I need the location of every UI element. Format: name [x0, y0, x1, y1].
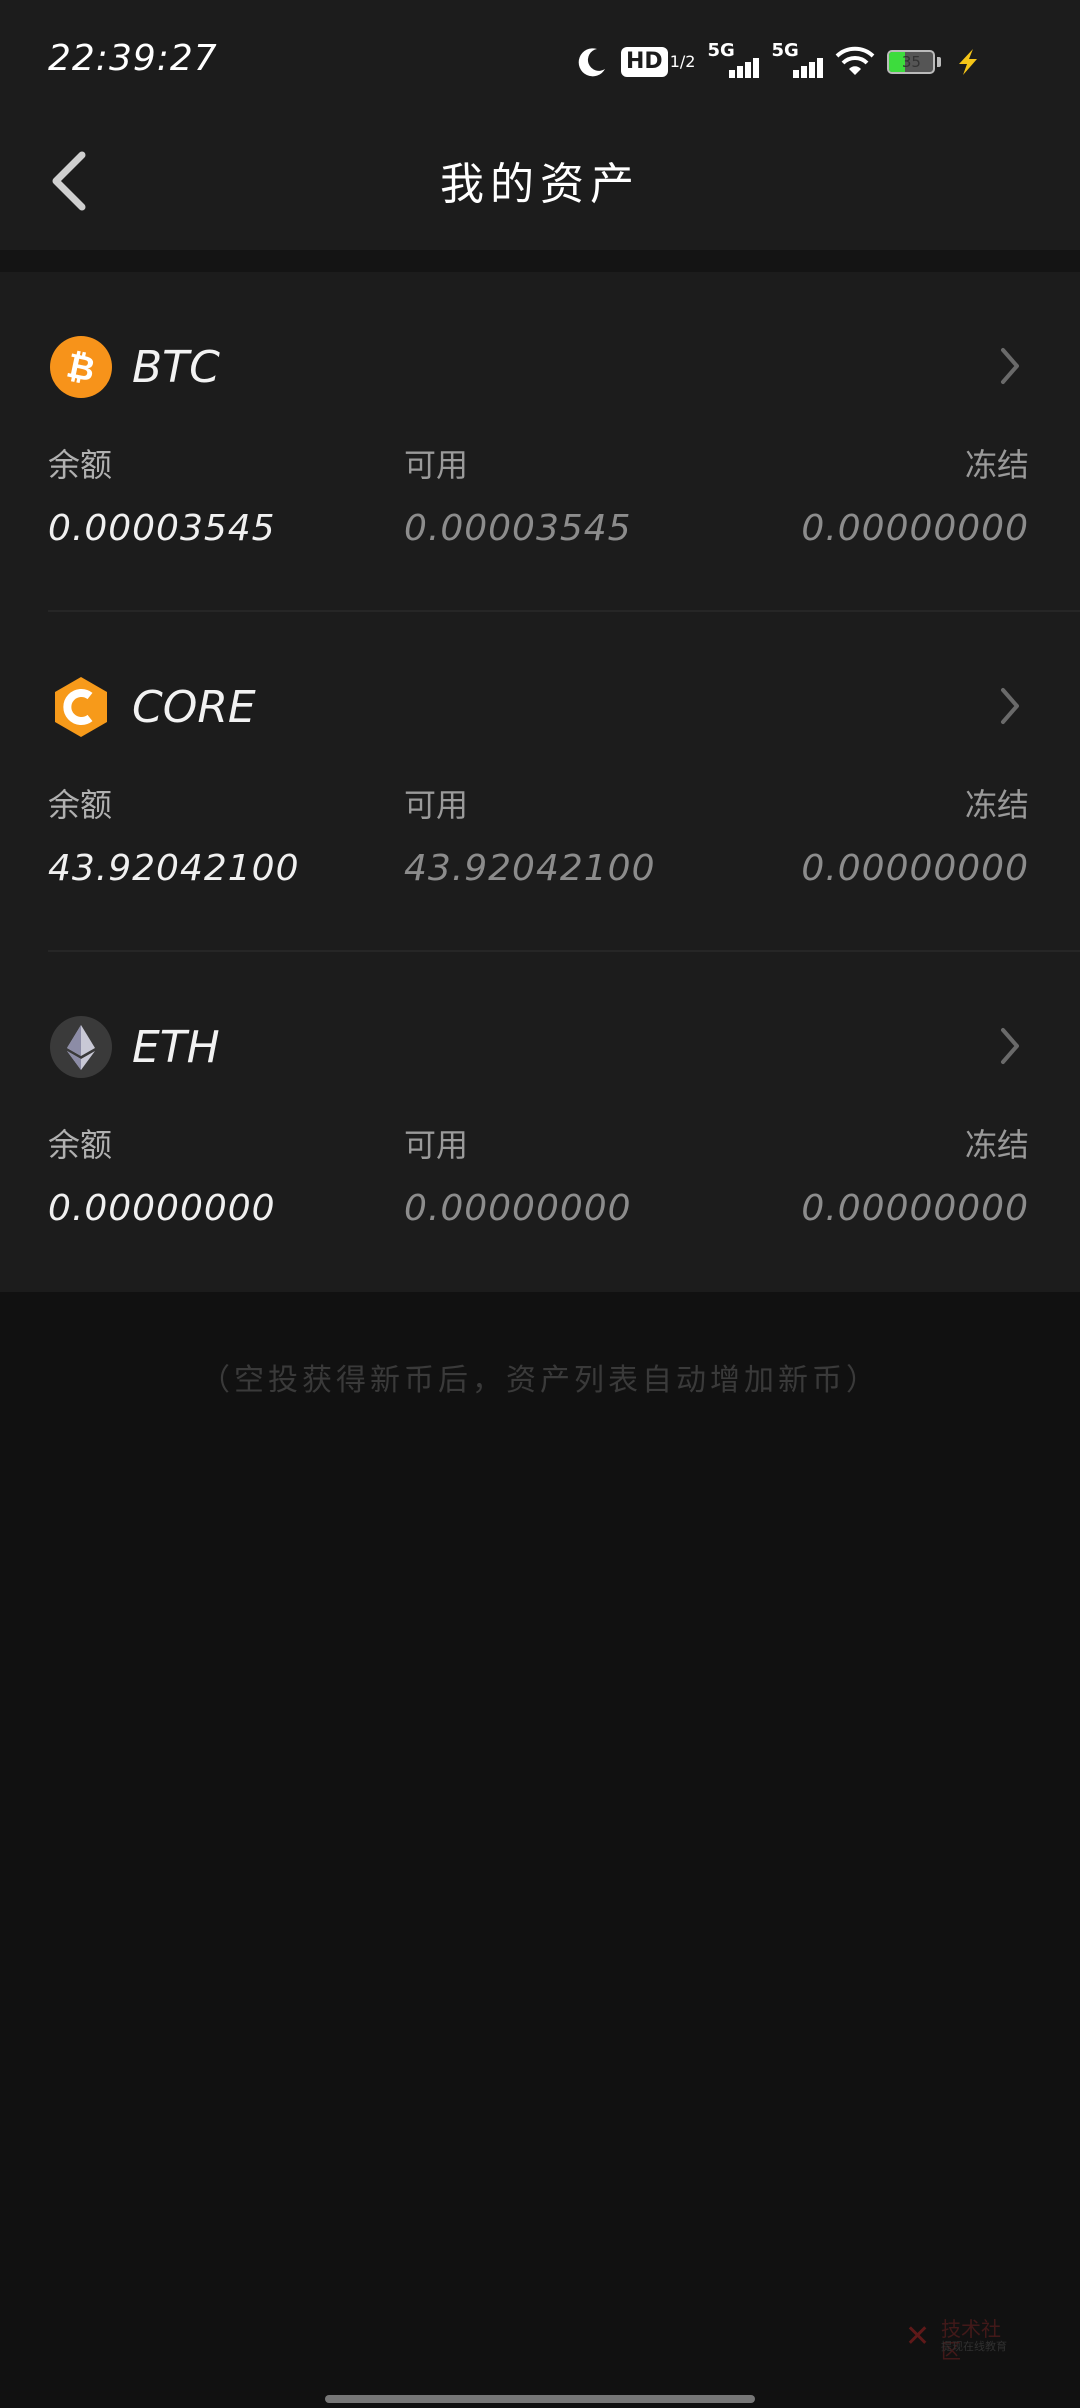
hd-badge: HD [621, 47, 668, 77]
signal-sim2-label: 5G [771, 40, 799, 61]
home-indicator[interactable] [325, 2395, 755, 2403]
hd-icon: HD 1/2 [621, 47, 695, 77]
section-divider [0, 250, 1080, 272]
balance-label: 余额 [48, 1126, 113, 1164]
ethereum-icon [50, 1016, 112, 1078]
balance-value: 43.92042100 [48, 848, 300, 889]
asset-item-eth[interactable]: ETH 余额 可用 冻结 0.00000000 0.00000000 0.000… [0, 952, 1080, 1292]
status-icons: HD 1/2 5G 5G 35 [575, 40, 983, 84]
balance-value: 0.00003545 [48, 508, 276, 549]
battery-tip [937, 57, 942, 67]
watermark-logo: ✕ 技术社区 提现在线教育 [905, 2318, 1020, 2362]
balance-label: 余额 [48, 786, 113, 824]
asset-list: ₿ BTC 余额 可用 冻结 0.00003545 0.00003545 0.0… [0, 272, 1080, 1292]
signal-sim1-label: 5G [707, 40, 735, 61]
coin-symbol: BTC [132, 342, 220, 393]
core-icon [55, 677, 107, 737]
top-bar: 22:39:27 HD 1/2 5G 5G 35 我的资产 [0, 0, 1080, 250]
battery-icon: 35 [887, 50, 936, 74]
frozen-label: 冻结 [964, 446, 1029, 484]
signal-sim2-icon: 5G [771, 40, 824, 82]
frozen-label: 冻结 [964, 1126, 1029, 1164]
airdrop-note: （空投获得新币后，资产列表自动增加新币） [200, 1363, 880, 1398]
status-time: 22:39:27 [48, 38, 218, 79]
charging-icon [953, 47, 983, 77]
battery-body: 35 [887, 50, 936, 74]
battery-level: 35 [901, 53, 921, 71]
watermark-mark-icon: ✕ [905, 2319, 931, 2354]
coin-symbol: CORE [132, 682, 256, 733]
available-label: 可用 [404, 1126, 469, 1164]
asset-item-btc[interactable]: ₿ BTC 余额 可用 冻结 0.00003545 0.00003545 0.0… [0, 272, 1080, 612]
balance-label: 余额 [48, 446, 113, 484]
available-label: 可用 [404, 446, 469, 484]
signal-sim1-icon: 5G [707, 40, 760, 82]
available-value: 43.92042100 [404, 848, 656, 889]
available-value: 0.00003545 [404, 508, 632, 549]
bitcoin-icon: ₿ [50, 336, 112, 398]
frozen-value: 0.00000000 [801, 508, 1029, 549]
available-value: 0.00000000 [404, 1188, 632, 1229]
chevron-right-icon [1001, 348, 1019, 384]
frozen-value: 0.00000000 [801, 848, 1029, 889]
frozen-value: 0.00000000 [801, 1188, 1029, 1229]
wifi-icon [835, 45, 875, 79]
available-label: 可用 [404, 786, 469, 824]
hd-sub: 1/2 [669, 52, 696, 71]
frozen-label: 冻结 [964, 786, 1029, 824]
page-title: 我的资产 [440, 159, 640, 210]
asset-item-core[interactable]: CORE 余额 可用 冻结 43.92042100 43.92042100 0.… [0, 612, 1080, 952]
chevron-right-icon [1001, 688, 1019, 724]
watermark-sub: 提现在线教育 [941, 2340, 1007, 2353]
balance-value: 0.00000000 [48, 1188, 276, 1229]
chevron-right-icon [1001, 1028, 1019, 1064]
coin-symbol: ETH [132, 1022, 220, 1073]
moon-icon [575, 45, 609, 79]
